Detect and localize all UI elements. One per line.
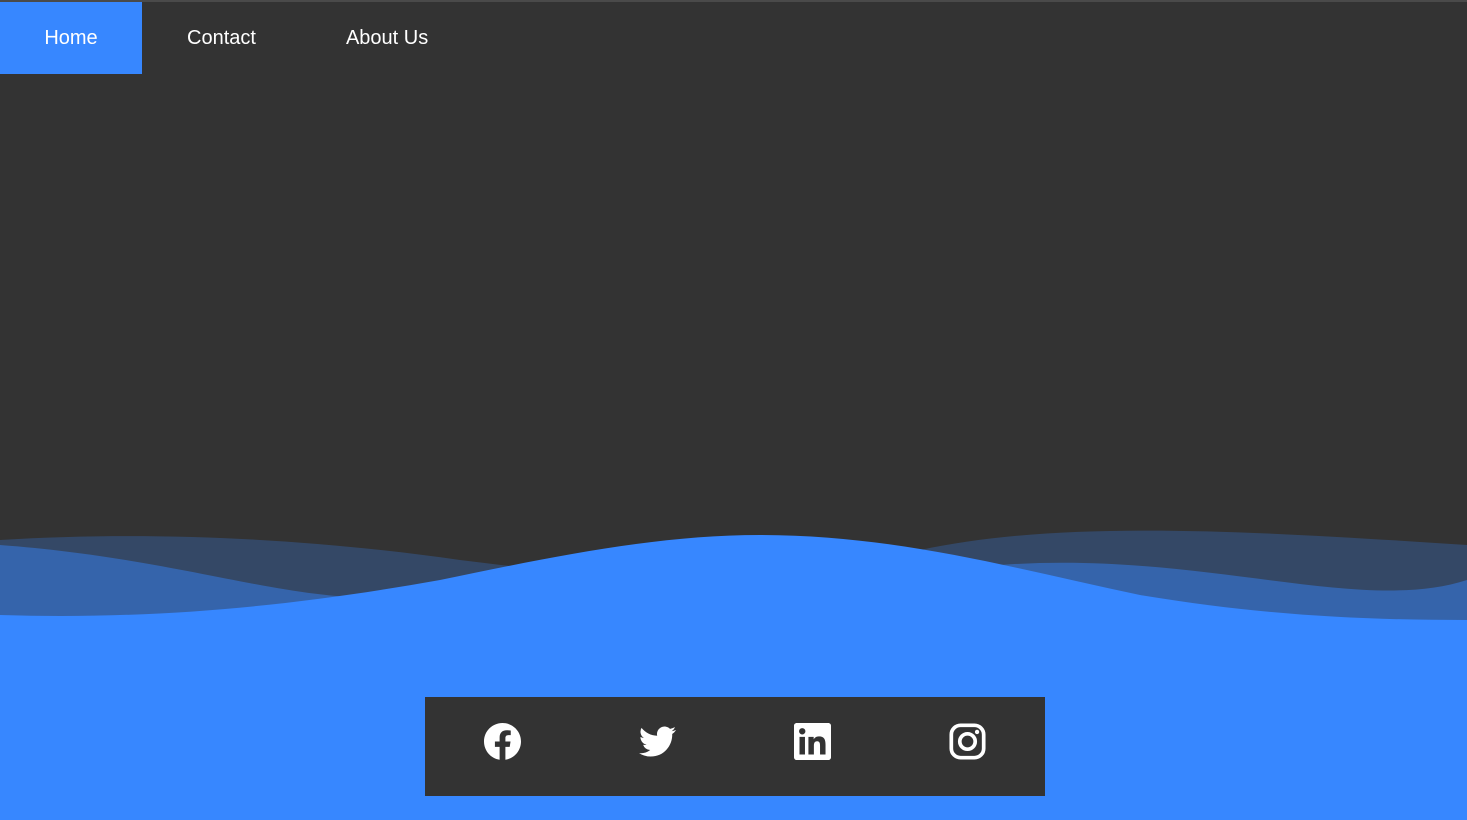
nav-item-home[interactable]: Home bbox=[0, 2, 142, 74]
facebook-link[interactable] bbox=[482, 721, 522, 761]
nav-item-contact[interactable]: Contact bbox=[142, 2, 301, 74]
social-links bbox=[425, 697, 1045, 796]
twitter-icon bbox=[638, 725, 676, 757]
linkedin-link[interactable] bbox=[792, 721, 832, 761]
instagram-link[interactable] bbox=[947, 721, 987, 761]
twitter-link[interactable] bbox=[637, 721, 677, 761]
facebook-icon bbox=[483, 722, 521, 760]
nav-item-about-us[interactable]: About Us bbox=[301, 2, 473, 74]
instagram-icon bbox=[948, 722, 986, 760]
main-nav: Home Contact About Us bbox=[0, 2, 473, 74]
linkedin-icon bbox=[793, 722, 831, 760]
